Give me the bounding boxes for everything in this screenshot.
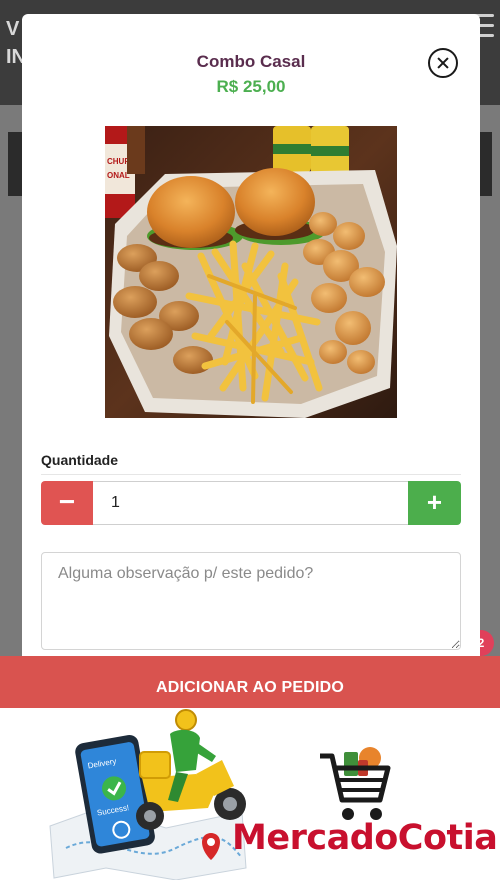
product-modal: Combo Casal R$ 25,00 CHUP ONAL Quantidad… (22, 14, 480, 664)
delivery-illustration: Delivery Success! (49, 709, 247, 880)
observation-field[interactable] (41, 552, 461, 650)
quantity-label: Quantidade (41, 452, 119, 468)
product-image: CHUP ONAL (105, 126, 397, 418)
close-icon[interactable] (428, 48, 458, 78)
product-price: R$ 25,00 (216, 77, 286, 96)
shopping-cart-icon (320, 747, 391, 820)
product-title: Combo Casal (196, 52, 306, 71)
svg-text:ONAL: ONAL (107, 171, 130, 180)
svg-text:CHUP: CHUP (107, 157, 130, 166)
increase-quantity-button[interactable]: + (408, 481, 461, 525)
brand-banner: Delivery Success! MercadoCotia (0, 708, 500, 890)
decrease-quantity-button[interactable]: − (41, 481, 93, 525)
brand-logo-text: MercadoCotia (232, 818, 498, 858)
add-to-order-button[interactable]: ADICIONAR AO PEDIDO (0, 656, 500, 708)
background-header-text: V (6, 18, 20, 40)
divider (41, 474, 461, 475)
quantity-stepper: − 1 + (41, 481, 461, 525)
quantity-input[interactable]: 1 (93, 481, 408, 525)
